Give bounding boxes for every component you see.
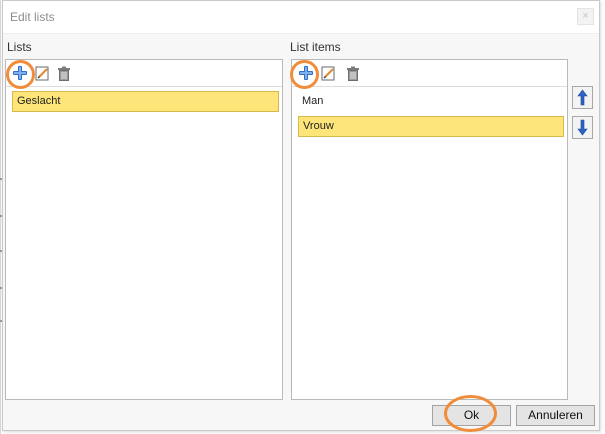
ok-button[interactable]: Ok: [432, 405, 511, 426]
list-items-toolbar: [292, 60, 567, 87]
list-items-add-button[interactable]: [297, 64, 315, 82]
lists-add-button[interactable]: [11, 64, 29, 82]
lists-toolbar: [6, 60, 282, 87]
dialog-title: Edit lists: [10, 10, 55, 24]
close-button[interactable]: ×: [577, 8, 594, 25]
edit-icon: [321, 66, 334, 80]
lists-delete-button[interactable]: [55, 64, 73, 82]
list-items-edit-button[interactable]: [319, 64, 337, 82]
arrow-up-icon: [577, 89, 588, 106]
dialog-titlebar: Edit lists ×: [3, 1, 599, 34]
lists-label: Lists: [7, 40, 32, 54]
list-item[interactable]: Geslacht: [12, 91, 279, 112]
list-item[interactable]: Vrouw: [298, 116, 564, 137]
cancel-button[interactable]: Annuleren: [516, 405, 595, 426]
list-items-panel: Man Vrouw: [291, 59, 568, 400]
edit-icon: [35, 66, 48, 80]
lists-panel: Geslacht: [5, 59, 283, 400]
arrow-down-icon: [577, 119, 588, 136]
trash-icon: [58, 66, 70, 81]
list-items-delete-button[interactable]: [344, 64, 362, 82]
edit-lists-dialog: Edit lists × Lists Geslacht List items M…: [2, 0, 600, 432]
trash-icon: [347, 66, 359, 81]
list-items-label: List items: [290, 40, 341, 54]
plus-icon: [13, 66, 27, 80]
move-up-button[interactable]: [572, 86, 593, 109]
list-item[interactable]: Man: [298, 91, 564, 112]
background-edge: [0, 0, 1, 434]
lists-edit-button[interactable]: [33, 64, 51, 82]
move-down-button[interactable]: [572, 116, 593, 139]
plus-icon: [299, 66, 313, 80]
